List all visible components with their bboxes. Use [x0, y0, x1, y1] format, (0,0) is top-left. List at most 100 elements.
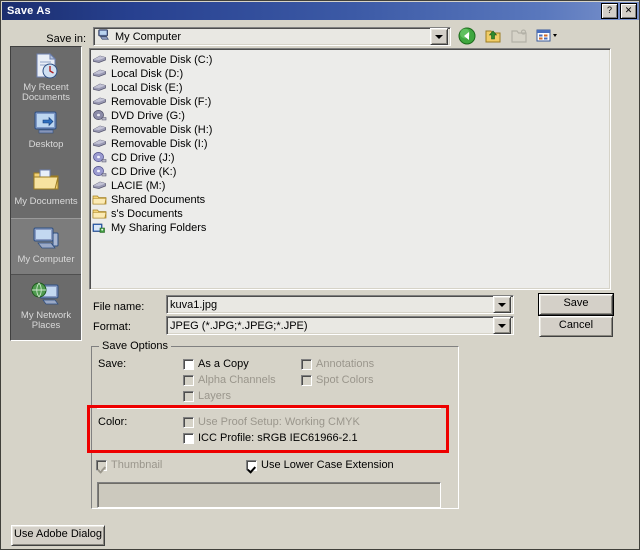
checkbox-label: Alpha Channels [198, 374, 276, 386]
file-list[interactable]: Removable Disk (C:) Local Disk (D:) Loca… [89, 48, 611, 290]
save-in-dropdown-button[interactable] [430, 28, 448, 45]
list-item[interactable]: Local Disk (E:) [92, 81, 610, 95]
list-item[interactable]: Removable Disk (C:) [92, 53, 610, 67]
checkbox-thumbnail: Thumbnail [96, 459, 162, 471]
list-item[interactable]: Removable Disk (F:) [92, 95, 610, 109]
window-title: Save As [7, 5, 51, 17]
cd-drive-icon [92, 151, 108, 165]
color-row-label: Color: [98, 416, 128, 428]
place-my-network-places[interactable]: My Network Places [11, 275, 81, 332]
my-computer-icon [30, 223, 62, 253]
save-in-combo[interactable]: My Computer [93, 27, 451, 46]
list-item[interactable]: Shared Documents [92, 193, 610, 207]
checkbox-box [183, 374, 194, 386]
list-item[interactable]: s's Documents [92, 207, 610, 221]
checkbox-spot-colors: Spot Colors [301, 374, 373, 386]
checkbox-box [96, 459, 107, 471]
file-name-input[interactable]: kuva1.jpg [166, 295, 514, 314]
save-button[interactable]: Save [538, 293, 614, 316]
place-label: My Network Places [20, 310, 72, 331]
list-item-label: LACIE (M:) [111, 180, 166, 192]
format-dropdown-button[interactable] [493, 317, 511, 334]
network-places-icon [30, 279, 62, 309]
list-item[interactable]: Removable Disk (H:) [92, 123, 610, 137]
preview-panel [97, 482, 441, 508]
list-item-label: Removable Disk (C:) [111, 54, 213, 66]
place-label: My Documents [14, 196, 78, 207]
checkbox-label: Spot Colors [316, 374, 374, 386]
save-in-label: Save in: [46, 33, 86, 45]
checkbox-label: ICC Profile: sRGB IEC61966-2.1 [198, 432, 358, 444]
place-label: My Recent Documents [21, 82, 71, 103]
checkbox-label: Thumbnail [111, 459, 163, 471]
place-my-computer[interactable]: My Computer [11, 218, 81, 275]
format-combo[interactable]: JPEG (*.JPG;*.JPEG;*.JPE) [166, 316, 514, 335]
chevron-down-icon [435, 34, 443, 39]
use-adobe-dialog-button[interactable]: Use Adobe Dialog [11, 525, 105, 546]
checkbox-box [183, 432, 194, 444]
file-name-label: File name: [93, 301, 145, 313]
chevron-down-icon [498, 302, 506, 307]
checkbox-use-lower-case-extension[interactable]: Use Lower Case Extension [246, 459, 394, 471]
save-in-value: My Computer [115, 30, 182, 43]
list-item[interactable]: My Sharing Folders [92, 221, 610, 235]
close-icon[interactable]: ✕ [620, 3, 637, 19]
views-icon[interactable] [535, 26, 557, 46]
list-item[interactable]: Local Disk (D:) [92, 67, 610, 81]
list-item-label: Removable Disk (I:) [111, 138, 208, 150]
list-item-label: Local Disk (E:) [111, 82, 183, 94]
list-item[interactable]: DVD Drive (G:) [92, 109, 610, 123]
cancel-button[interactable]: Cancel [539, 316, 613, 337]
checkbox-label: As a Copy [198, 358, 249, 370]
drive-icon [92, 179, 108, 193]
checkbox-icc-profile[interactable]: ICC Profile: sRGB IEC61966-2.1 [183, 432, 358, 444]
checkbox-box [246, 459, 257, 471]
back-icon[interactable] [457, 26, 477, 46]
list-item-label: Shared Documents [111, 194, 206, 206]
chevron-down-icon [498, 323, 506, 328]
place-label: Desktop [28, 139, 64, 150]
file-list-items: Removable Disk (C:) Local Disk (D:) Loca… [90, 49, 610, 235]
dvd-drive-icon [92, 109, 108, 123]
cd-drive-icon [92, 165, 108, 179]
recent-documents-icon [30, 51, 62, 81]
navigation-toolbar [457, 25, 637, 47]
place-my-recent-documents[interactable]: My Recent Documents [11, 47, 81, 104]
format-label: Format: [93, 321, 131, 333]
save-as-dialog: Save As ? ✕ Save in: My Computer My Rece… [0, 0, 640, 550]
checkbox-box [301, 358, 312, 370]
drive-icon [92, 137, 108, 151]
up-one-level-icon[interactable] [483, 26, 503, 46]
list-item[interactable]: LACIE (M:) [92, 179, 610, 193]
list-item[interactable]: CD Drive (J:) [92, 151, 610, 165]
file-name-dropdown-button[interactable] [493, 296, 511, 313]
list-item-label: My Sharing Folders [111, 222, 207, 234]
list-item-label: Removable Disk (H:) [111, 124, 213, 136]
place-my-documents[interactable]: My Documents [11, 161, 81, 218]
help-button[interactable]: ? [601, 3, 618, 19]
list-item[interactable]: CD Drive (K:) [92, 165, 610, 179]
checkbox-as-a-copy[interactable]: As a Copy [183, 358, 249, 370]
checkbox-box [183, 390, 194, 402]
place-desktop[interactable]: Desktop [11, 104, 81, 161]
divider [97, 407, 441, 409]
save-options-group-title: Save Options [99, 340, 172, 352]
file-name-value: kuva1.jpg [170, 298, 218, 311]
list-item[interactable]: Removable Disk (I:) [92, 137, 610, 151]
drive-icon [92, 53, 108, 67]
folder-icon [92, 193, 108, 207]
checkbox-use-proof-setup: Use Proof Setup: Working CMYK [183, 416, 360, 428]
checkbox-box [183, 416, 194, 428]
drive-icon [92, 67, 108, 81]
place-label: My Computer [17, 254, 75, 265]
format-value: JPEG (*.JPG;*.JPEG;*.JPE) [170, 319, 308, 332]
list-item-label: Local Disk (D:) [111, 68, 184, 80]
list-item-label: DVD Drive (G:) [111, 110, 185, 122]
checkbox-label: Annotations [316, 358, 375, 370]
checkbox-box [183, 358, 194, 370]
save-row-label: Save: [98, 358, 127, 370]
checkbox-box [301, 374, 312, 386]
places-bar: My Recent Documents Desktop My Documents… [10, 46, 82, 341]
shared-folder-icon [92, 221, 108, 235]
drive-icon [92, 123, 108, 137]
